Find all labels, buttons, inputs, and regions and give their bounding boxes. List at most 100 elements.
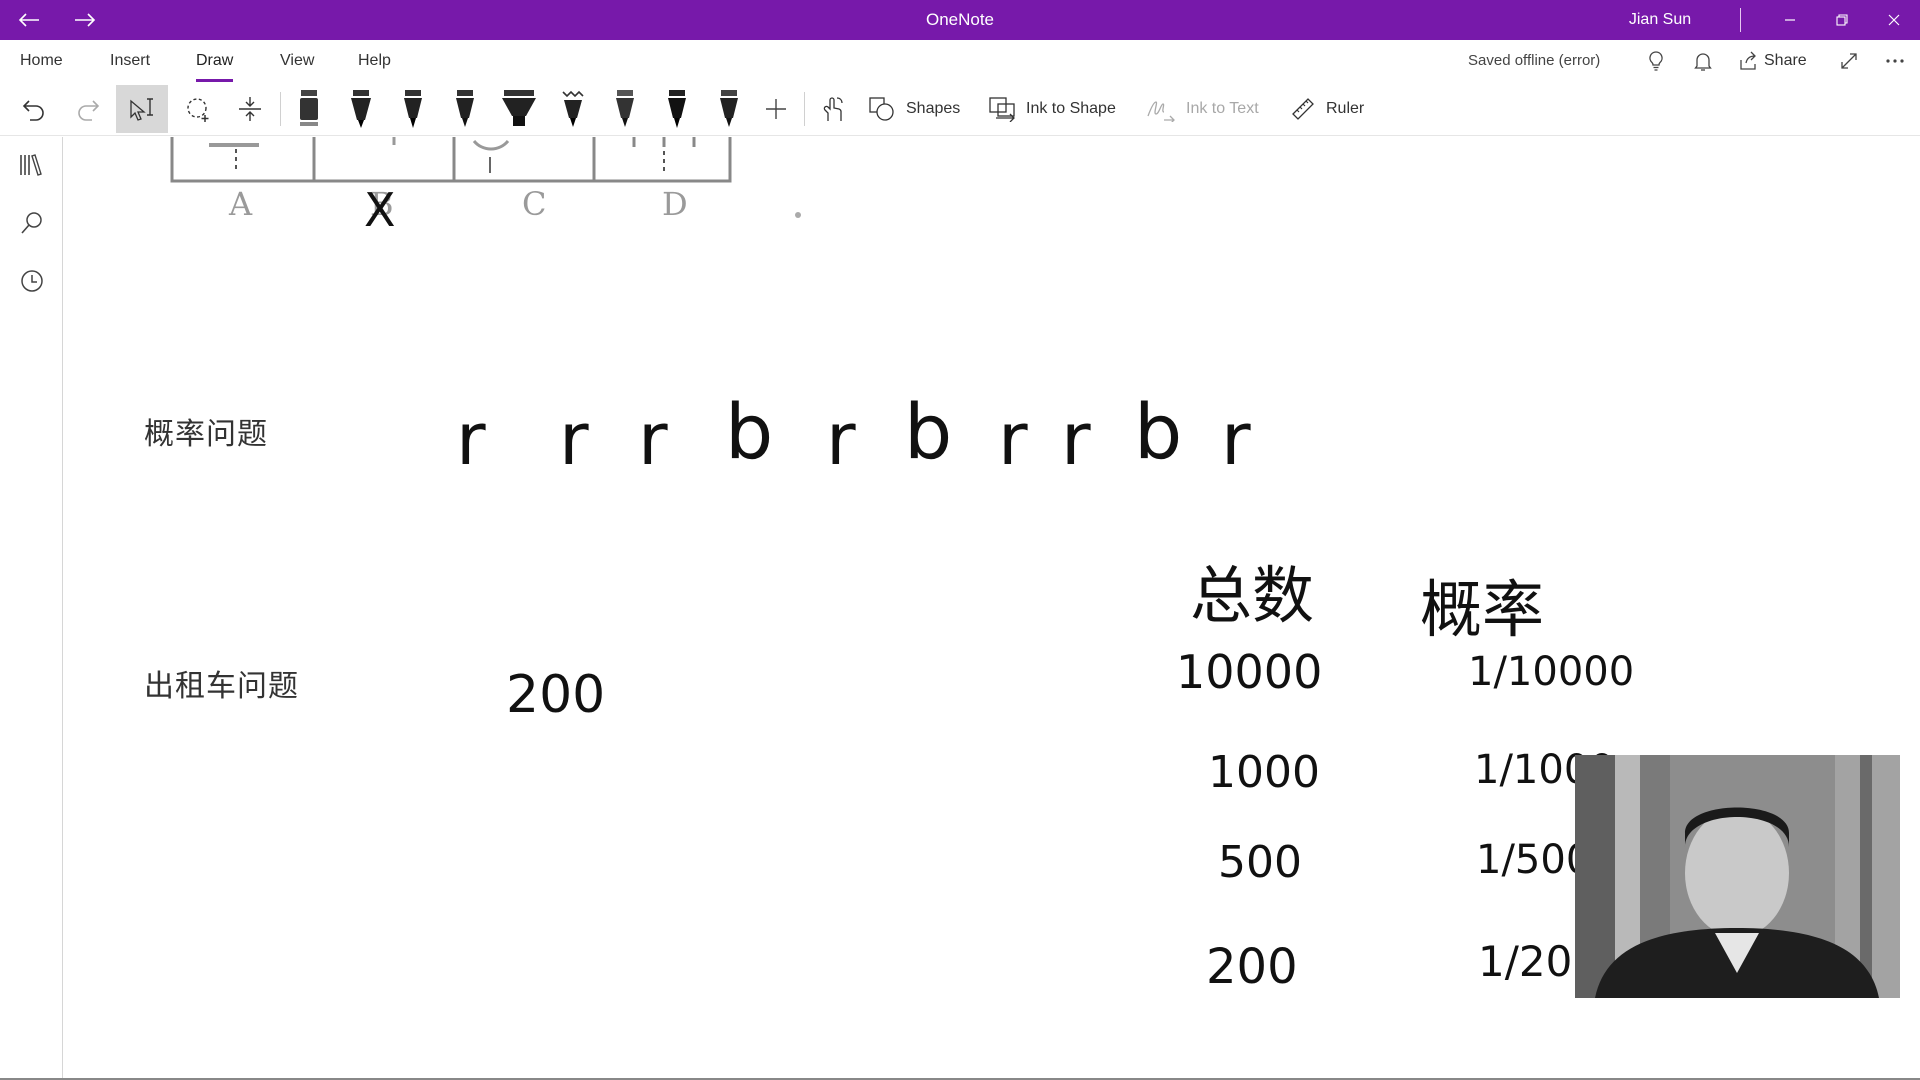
probability-header: 概率 [1420,573,1545,646]
touch-draw-button[interactable] [812,85,852,133]
ball-r-3: r [638,397,668,481]
forward-arrow-icon [75,13,96,27]
pen-slot-1[interactable] [286,85,332,133]
taxi-problem-label: 出租车问题 [144,669,299,704]
toolbar-separator [280,92,281,126]
ball-r-4: r [826,397,856,481]
toolbar-separator [804,92,805,126]
shapes-button[interactable]: Shapes [868,85,960,133]
ruler-icon [1292,98,1314,120]
pen-icon [720,90,738,127]
pen-icon [404,90,422,128]
close-button[interactable] [1866,0,1920,40]
draw-toolbar: Shapes Ink to Shape Ink to Text Ruler [0,82,1920,136]
tab-home[interactable]: Home [20,52,63,74]
handwritten-x-mark: X [364,183,396,237]
total-row-4: 200 [1206,939,1298,995]
shapes-icon [869,97,894,121]
add-space-icon [239,97,261,121]
fullscreen-icon[interactable] [1838,50,1860,72]
left-navigation-rail [0,137,63,1080]
user-name[interactable]: Jian Sun [1600,0,1720,40]
add-pen-button[interactable] [758,85,794,133]
ball-b-1: b [725,387,774,476]
ruler-label: Ruler [1326,100,1365,117]
tab-insert[interactable]: Insert [110,52,150,74]
pen-slot-2[interactable] [338,85,384,133]
figure-diagram [170,137,801,218]
title-bar: OneNote Jian Sun [0,0,1920,40]
share-icon [1740,51,1756,70]
lasso-icon [187,98,209,122]
total-row-2: 1000 [1208,747,1320,798]
ball-b-3: b [1134,387,1183,476]
ball-r-2: r [559,397,589,481]
forward-button[interactable] [60,0,110,40]
plus-icon [766,99,786,119]
pen-slot-8[interactable] [654,85,700,133]
ball-b-2: b [904,387,953,476]
ball-r-7: r [1221,397,1251,481]
ball-r-1: r [456,397,486,481]
title-divider [1740,8,1741,32]
ruler-button[interactable]: Ruler [1290,85,1364,133]
notebooks-icon[interactable] [18,151,46,179]
figure-label-a: A [229,185,253,223]
sync-status[interactable]: Saved offline (error) [1468,52,1600,69]
eraser-pen-icon [300,90,318,126]
search-icon[interactable] [18,209,46,237]
ink-to-shape-icon [989,97,1015,122]
type-select-tool[interactable] [116,85,168,133]
bell-icon[interactable] [1692,50,1714,72]
recent-clock-icon[interactable] [18,267,46,295]
add-space-tool[interactable] [228,85,272,133]
share-button[interactable]: Share [1738,48,1807,74]
taxi-value: 200 [506,665,606,725]
ink-to-shape-label: Ink to Shape [1026,100,1116,117]
lightbulb-icon[interactable] [1645,50,1667,72]
redo-icon [78,100,100,121]
undo-icon [22,100,44,121]
restore-icon [1836,14,1848,26]
probability-row-1: 1/10000 [1468,649,1635,695]
pen-slot-9[interactable] [706,85,752,133]
probability-row-3: 1/500 [1476,837,1592,883]
minimize-button[interactable] [1762,0,1818,40]
back-arrow-icon [18,13,39,27]
ball-r-5: r [998,397,1028,481]
tab-help[interactable]: Help [358,52,391,74]
probability-problem-label: 概率问题 [144,417,268,452]
pen-icon [616,90,634,127]
tab-draw[interactable]: Draw [196,52,234,82]
undo-button[interactable] [14,85,54,133]
figure-label-c: C [522,185,547,223]
total-header: 总数 [1190,559,1315,632]
pattern-pen-icon [562,90,584,127]
pen-icon [351,90,371,128]
presenter-webcam [1575,755,1900,998]
lasso-select-tool[interactable] [176,85,220,133]
cursor-text-icon [130,98,153,121]
restore-button[interactable] [1814,0,1870,40]
tab-view[interactable]: View [280,52,314,74]
pen-slot-5[interactable] [494,85,544,133]
highlighter-icon [502,90,536,126]
pen-slot-6[interactable] [550,85,596,133]
pen-slot-7[interactable] [602,85,648,133]
pen-slot-3[interactable] [390,85,436,133]
close-icon [1888,14,1900,26]
ink-to-text-label: Ink to Text [1186,100,1259,117]
more-options-icon[interactable] [1884,50,1906,72]
total-row-3: 500 [1218,837,1302,888]
onenote-window: OneNote Jian Sun Home Insert Draw View H… [0,0,1920,1080]
ink-to-text-icon [1147,101,1175,122]
minimize-icon [1785,19,1795,21]
pen-slot-4[interactable] [442,85,488,133]
pen-icon [456,90,474,127]
ink-to-shape-button[interactable]: Ink to Shape [988,85,1116,133]
share-label: Share [1764,52,1807,69]
back-button[interactable] [4,0,54,40]
ink-to-text-button[interactable]: Ink to Text [1146,85,1259,133]
redo-button[interactable] [68,85,108,133]
figure-label-d: D [662,185,688,223]
